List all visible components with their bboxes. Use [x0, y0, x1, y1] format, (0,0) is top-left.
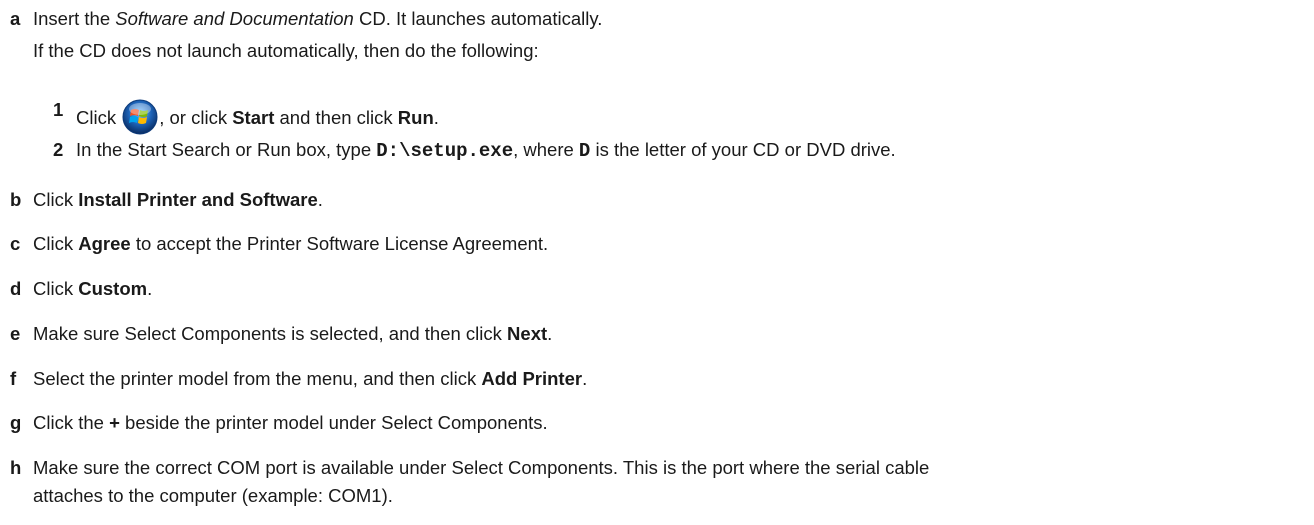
text-run: , where	[513, 139, 579, 160]
text-run: , or click	[159, 107, 233, 128]
step-text: Select the printer model from the menu, …	[33, 368, 587, 390]
ui-label: Add Printer	[481, 368, 583, 389]
text-run: Click	[33, 189, 79, 210]
step-letter: a	[10, 8, 21, 29]
ui-label: Install Printer and Software	[78, 189, 318, 210]
step-text: attaches to the computer (example: COM1)…	[33, 485, 393, 506]
step-letter: h	[10, 457, 22, 478]
windows-start-orb-icon	[122, 99, 158, 135]
text-run: .	[547, 323, 553, 344]
step-letter: d	[10, 278, 22, 299]
step-text: If the CD does not launch automatically,…	[33, 40, 539, 61]
text-run: .	[317, 189, 323, 210]
substep-text: In the Start Search or Run box, type D:\…	[76, 139, 896, 162]
text-run: Select the printer model from the menu, …	[33, 368, 482, 389]
step-letter: f	[10, 368, 17, 389]
text-run: Click	[33, 233, 79, 254]
ui-label: Agree	[78, 233, 131, 254]
text-run: Click	[33, 278, 79, 299]
text-run: In the Start Search or Run box, type	[76, 139, 377, 160]
command-code: D:\setup.exe	[376, 140, 514, 162]
step-letter: e	[10, 323, 21, 344]
text-run: to accept the Printer Software License A…	[130, 233, 549, 254]
text-run: .	[582, 368, 588, 389]
step-text: Click the + beside the printer model und…	[33, 412, 548, 434]
text-run: .	[147, 278, 153, 299]
text-run: Click	[76, 107, 122, 128]
text-run: Make sure Select Components is selected,…	[33, 323, 508, 344]
text-run: Insert the	[33, 8, 116, 29]
drive-letter-code: D	[578, 140, 591, 162]
substep-number: 2	[53, 139, 64, 160]
step-text: Click Custom.	[33, 278, 152, 300]
text-run: Click the	[33, 412, 110, 433]
ui-label: +	[109, 412, 120, 433]
ui-label: Custom	[78, 278, 148, 299]
step-letter: c	[10, 233, 21, 254]
ui-label-run: Run	[397, 107, 434, 128]
text-run: .	[433, 107, 439, 128]
ui-label-start: Start	[232, 107, 275, 128]
text-run: CD. It launches automatically.	[353, 8, 603, 29]
step-letter: g	[10, 412, 22, 433]
product-name: Software and Documentation	[115, 8, 354, 29]
step-text: Make sure Select Components is selected,…	[33, 323, 552, 345]
step-text: Make sure the correct COM port is availa…	[33, 457, 930, 478]
text-run: and then click	[274, 107, 398, 128]
ui-label: Next	[507, 323, 548, 344]
step-text: Click Install Printer and Software.	[33, 189, 323, 211]
step-text: Insert the Software and Documentation CD…	[33, 8, 602, 30]
substep-text: Click , or click Start and then click Ru…	[76, 99, 439, 135]
step-text: Click Agree to accept the Printer Softwa…	[33, 233, 548, 255]
text-run: beside the printer model under Select Co…	[119, 412, 548, 433]
text-run: is the letter of your CD or DVD drive.	[590, 139, 896, 160]
substep-number: 1	[53, 99, 64, 120]
step-letter: b	[10, 189, 22, 210]
